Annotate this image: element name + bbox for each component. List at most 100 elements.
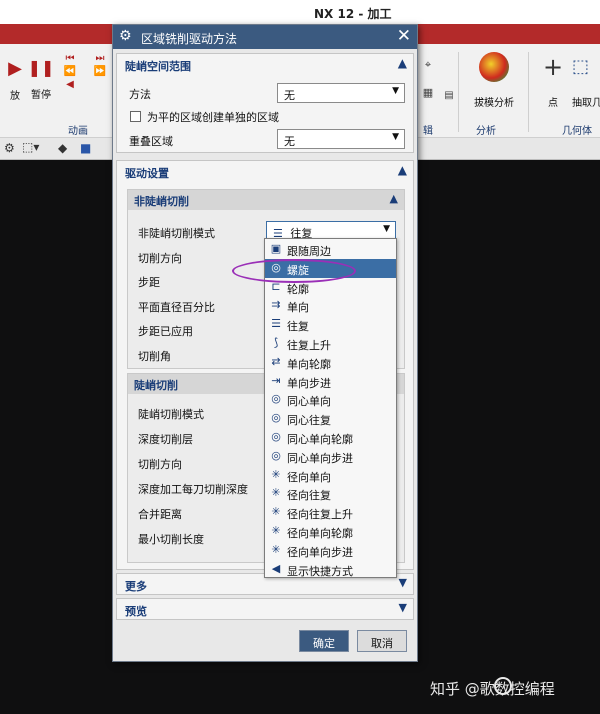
render-style-icon[interactable]: ◆ xyxy=(58,141,67,155)
dropdown-item-label: 显示快捷方式 xyxy=(287,564,353,578)
overlap-select[interactable]: 无 ▼ xyxy=(277,129,405,149)
dropdown-item[interactable]: ⇉ 单向 xyxy=(265,296,396,315)
ok-button[interactable]: 确定 xyxy=(299,630,349,652)
dropdown-item[interactable]: ⟆ 往复上升 xyxy=(265,334,396,353)
nx-title-bar: NX 12 - 加工 xyxy=(0,0,600,24)
dropdown-item-label: 同心单向轮廓 xyxy=(287,433,353,446)
concentric-zig-icon: ◎ xyxy=(271,392,281,406)
section-title: 更多 xyxy=(125,580,147,593)
row-label: 步距已应用 xyxy=(138,325,193,338)
close-icon[interactable]: ✕ xyxy=(397,26,411,46)
dropdown-item-label: 单向轮廓 xyxy=(287,357,331,371)
point-plus-icon: + xyxy=(542,53,564,81)
dropdown-item[interactable]: ⇄ 单向轮廓 xyxy=(265,353,396,372)
dropdown-item[interactable]: ✳ 径向往复 xyxy=(265,484,396,503)
step-forward-icon[interactable]: ⏭ ⏩ xyxy=(92,52,108,78)
steep-containment-header[interactable]: 陡峭空间范围 ▲ xyxy=(117,54,413,76)
edit-tool3-icon[interactable]: ▤ xyxy=(442,90,456,101)
zigzag-lift-icon: ⟆ xyxy=(273,336,279,349)
dropdown-item[interactable]: ☰ 往复 xyxy=(265,315,396,334)
dropdown-item[interactable]: ◎ 同心单向 xyxy=(265,390,396,409)
step-back-icon[interactable]: ⏮ ⏪ ◀ xyxy=(62,52,78,91)
pause-label: 暂停 xyxy=(31,90,51,101)
dropdown-item[interactable]: ✳ 径向单向轮廓 xyxy=(265,522,396,541)
chevron-down-icon: ▼ xyxy=(383,224,390,234)
chevron-up-icon: ▲ xyxy=(397,163,407,177)
chevron-down-icon: ▼ xyxy=(398,576,407,589)
method-label: 方法 xyxy=(129,88,151,101)
point-button[interactable]: + 点 xyxy=(538,54,568,109)
dialog-title: 区域铣削驱动方法 xyxy=(141,32,238,46)
analysis-group-label: 分析 xyxy=(476,126,496,137)
row-label: 深度切削层 xyxy=(138,433,193,446)
group-title: 非陡峭切削 xyxy=(134,195,189,208)
dropdown-item[interactable]: ✳ 径向单向步进 xyxy=(265,541,396,560)
separate-flat-regions-checkbox[interactable] xyxy=(130,111,141,122)
row-label: 最小切削长度 xyxy=(138,533,204,546)
dropdown-item[interactable]: ⇥ 单向步进 xyxy=(265,372,396,391)
edit-tool-icon[interactable]: ⌖ xyxy=(420,58,436,72)
dropdown-item-label: 径向往复上升 xyxy=(287,508,353,522)
row-label: 非陡峭切削模式 xyxy=(138,227,215,240)
extract-geometry-button[interactable]: ⬚ 抽取几 xyxy=(572,54,600,109)
row-label: 切削角 xyxy=(138,350,171,363)
draft-analysis-button[interactable]: 拔模分析 xyxy=(470,52,518,109)
row-label: 平面直径百分比 xyxy=(138,301,215,314)
point-label: 点 xyxy=(548,98,558,109)
drive-settings-header[interactable]: 驱动设置 ▲ xyxy=(117,161,413,183)
animation-group-label: 动画 xyxy=(68,126,88,137)
pause-icon: ❚❚ xyxy=(27,58,55,77)
edit-tool2-icon[interactable]: ▦ xyxy=(420,86,436,99)
dropdown-item-label: 径向往复 xyxy=(287,489,331,503)
preview-section[interactable]: 预览 ▼ xyxy=(116,598,414,620)
dropdown-item-label: 单向步进 xyxy=(287,376,331,390)
overlap-label: 重叠区域 xyxy=(129,135,173,148)
pause-button[interactable]: ❚❚ 暂停 xyxy=(26,58,56,101)
dropdown-item[interactable]: ◀ 显示快捷方式 xyxy=(265,560,396,579)
dropdown-item-label: 径向单向 xyxy=(287,470,331,484)
steep-containment-section: 陡峭空间范围 ▲ 方法 无 ▼ 为平的区域创建单独的区域 重叠区域 无 ▼ xyxy=(116,53,414,153)
extract-geometry-icon: ⬚ xyxy=(572,56,590,77)
edit-group-label: 辑 xyxy=(423,126,433,137)
checkbox-label: 为平的区域创建单独的区域 xyxy=(147,111,279,124)
row-label: 陡峭切削模式 xyxy=(138,408,204,421)
show-shortcuts-icon: ◀ xyxy=(271,561,281,575)
ribbon-separator xyxy=(458,52,459,132)
dropdown-item[interactable]: ◎ 同心往复 xyxy=(265,409,396,428)
zig-with-stepover-icon: ⇥ xyxy=(271,373,281,387)
draft-analysis-label: 拔模分析 xyxy=(474,98,514,109)
row-label: 切削方向 xyxy=(138,252,182,265)
chevron-down-icon: ▼ xyxy=(398,601,407,614)
view-cube-icon[interactable]: ■ xyxy=(80,141,91,155)
dropdown-item[interactable]: ✳ 径向往复上升 xyxy=(265,503,396,522)
gear-icon: ⚙ xyxy=(119,28,132,44)
group-title: 陡峭切削 xyxy=(134,379,178,392)
dropdown-item[interactable]: ◎ 同心单向步进 xyxy=(265,447,396,466)
radial-zig-contour-icon: ✳ xyxy=(271,524,281,537)
dropdown-item[interactable]: ◎ 同心单向轮廓 xyxy=(265,428,396,447)
dropdown-item-label: 跟随周边 xyxy=(287,245,331,258)
dropdown-item-label: 同心单向 xyxy=(287,395,331,409)
zigzag-icon: ☰ xyxy=(271,317,281,331)
overlap-value: 无 xyxy=(284,135,295,148)
non-steep-cut-header[interactable]: 非陡峭切削 ▲ xyxy=(128,190,404,210)
dropdown-item[interactable]: ✳ 径向单向 xyxy=(265,466,396,485)
cancel-button[interactable]: 取消 xyxy=(357,630,407,652)
draft-analysis-icon xyxy=(479,52,509,82)
dropdown-item-label: 径向单向步进 xyxy=(287,545,353,559)
extract-geometry-label: 抽取几 xyxy=(572,98,600,109)
section-title: 驱动设置 xyxy=(125,167,169,180)
row-label: 切削方向 xyxy=(138,458,182,471)
snap-icon[interactable]: ⚙ xyxy=(4,141,15,155)
dropdown-item-label: 径向单向轮廓 xyxy=(287,527,353,540)
highlight-ellipse xyxy=(232,259,356,283)
dropdown-item-label: 单向 xyxy=(287,301,309,315)
dropdown-item[interactable]: ▣ 跟随周边 xyxy=(265,240,396,259)
radial-zig-icon: ✳ xyxy=(271,467,281,481)
concentric-zig-step-icon: ◎ xyxy=(271,448,281,462)
cut-pattern-dropdown-list: ▣ 跟随周边 ◎ 螺旋 ⊏ 轮廓 ⇉ 单向 ☰ 往复 ⟆ 往复上升 ⇄ 单向轮廓 ⇥ 单向步进 ◎ 同心单向 ◎ 同心… xyxy=(264,238,397,578)
select-box-icon[interactable]: ⬚▾ xyxy=(22,140,39,154)
dropdown-item-label: 同心往复 xyxy=(287,414,331,428)
dropdown-item-label: 同心单向步进 xyxy=(287,451,353,465)
method-select[interactable]: 无 ▼ xyxy=(277,83,405,103)
